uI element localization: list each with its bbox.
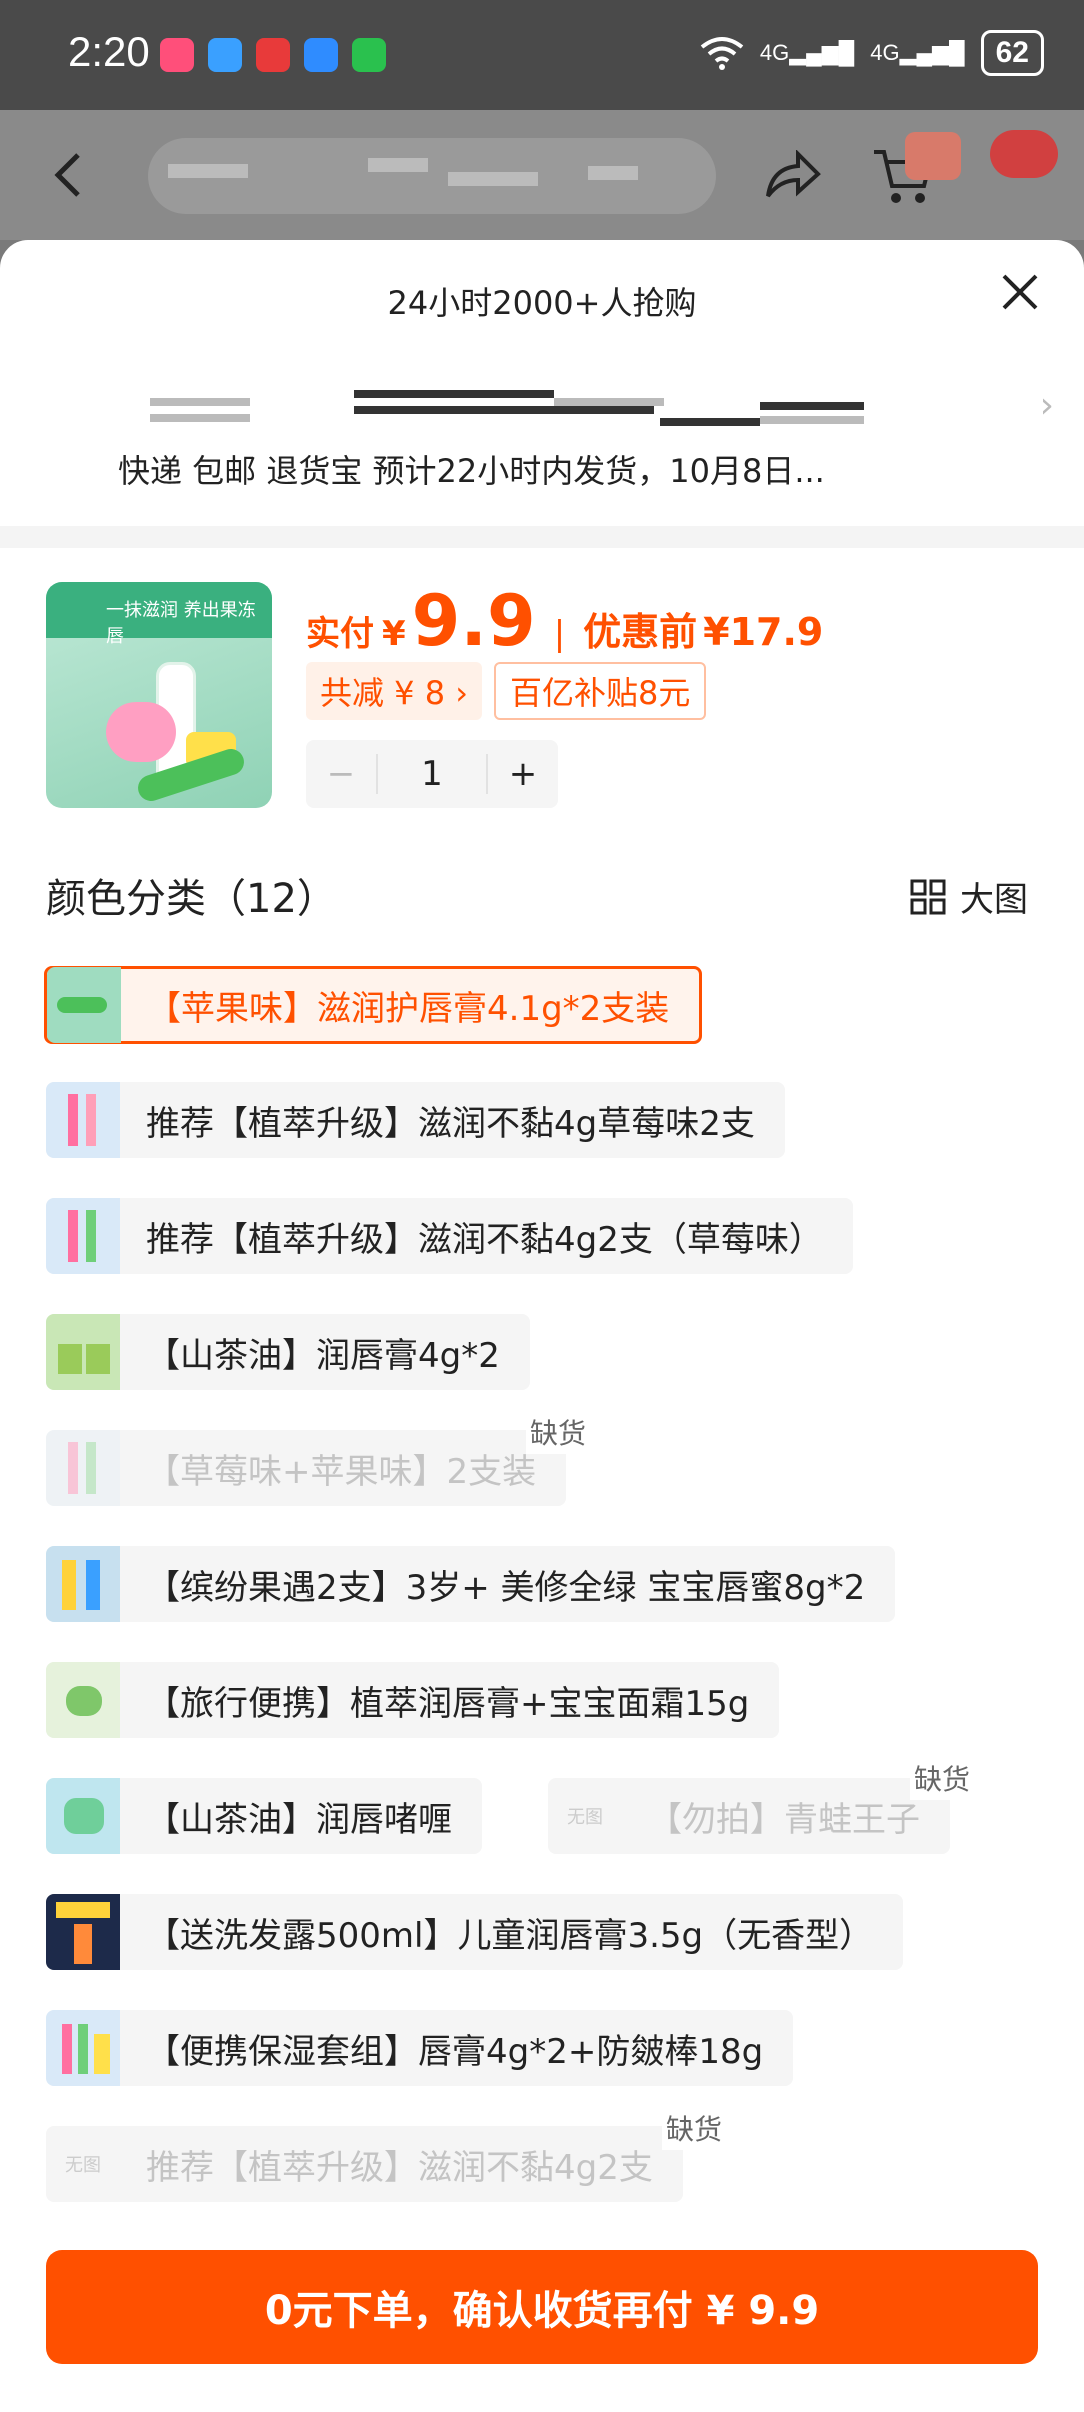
cart-badge [905,132,961,180]
option-thumbnail [46,1430,120,1506]
notification-icons [160,38,386,72]
option-item[interactable]: 【便携保湿套组】唇膏4g*2+防皴棒18g [46,2010,794,2086]
price-row: 实付 ¥ 9.9 | 优惠前 ¥17.9 [306,580,823,662]
option-item[interactable]: 推荐【植萃升级】滋润不黏4g2支（草莓味） [46,1198,853,1274]
option-thumbnail [46,1198,120,1274]
quantity-value[interactable]: 1 [376,754,488,794]
option-label: 推荐【植萃升级】滋润不黏4g2支（草莓味） [146,1219,823,1260]
grid-icon [910,879,946,914]
option-label: 【便携保湿套组】唇膏4g*2+防皴棒18g [146,2031,764,2072]
option-item[interactable]: 【苹果味】滋润护唇膏4.1g*2支装 [44,966,703,1044]
app-notification-icon [160,38,194,72]
signal-icon: 4G▂▄▆█ [759,40,855,65]
option-item: 【草莓味+苹果味】2支装 [46,1430,567,1506]
cloud-app-icon [304,38,338,72]
out-of-stock-badge: 缺货 [526,1410,591,1454]
option-item: 无图 推荐【植萃升级】滋润不黏4g2支 [46,2126,683,2202]
no-image-placeholder: 无图 [567,1807,603,1828]
option-label: 推荐【植萃升级】滋润不黏4g草莓味2支 [146,1103,755,1144]
option-item: 无图 【勿拍】青蛙王子 [548,1778,950,1854]
discount-tag[interactable]: 共减 ¥ 8 › [306,662,483,720]
options-title: 颜色分类（12） [46,876,337,922]
option-label: 【山茶油】润唇啫喱 [146,1799,452,1840]
increase-button[interactable]: + [488,754,558,794]
section-divider [0,526,1084,548]
address-redacted[interactable] [0,390,1084,426]
option-label: 【缤纷果遇2支】3岁+ 美修全绿 宝宝唇蜜8g*2 [146,1567,866,1608]
option-thumbnail [46,1662,120,1738]
share-icon[interactable] [762,150,822,202]
iqiyi-app-icon [352,38,386,72]
signal-icon: 4G▂▄▆█ [870,40,965,65]
option-thumbnail [46,1894,120,1970]
option-label: 【苹果味】滋润护唇膏4.1g*2支装 [147,988,670,1029]
price-label: 实付 [306,614,374,654]
original-price: ¥17.9 [703,610,824,654]
back-icon[interactable] [48,150,88,200]
final-price: 9.9 [411,580,536,662]
subsidy-tag: 百亿补贴8元 [494,662,707,720]
option-label: 【山茶油】润唇膏4g*2 [146,1335,500,1376]
sku-selector-sheet: 24小时2000+人抢购 › 快递 包邮 退货宝 预计22小时内发货，10月8日… [0,240,1084,2412]
status-bar: 2:20 4G▂▄▆█ 4G▂▄▆█ 62 [0,0,1084,110]
option-thumbnail [46,1082,120,1158]
quantity-stepper: − 1 + [306,740,558,808]
clock: 2:20 [68,28,150,75]
before-label: 优惠前 [583,610,698,654]
price-separator: | [553,614,566,654]
close-icon[interactable] [1000,272,1040,312]
option-item[interactable]: 推荐【植萃升级】滋润不黏4g草莓味2支 [46,1082,785,1158]
chevron-right-icon[interactable]: › [1040,385,1054,426]
top-navigation [0,110,1084,240]
decrease-button[interactable]: − [306,754,376,794]
app-notification-icon [208,38,242,72]
more-badge [990,130,1058,178]
option-thumbnail [47,967,121,1043]
currency-symbol: ¥ [382,614,406,654]
option-item[interactable]: 【送洗发露500ml】儿童润唇膏3.5g（无香型） [46,1894,904,1970]
big-view-toggle[interactable]: 大图 [910,872,1028,921]
option-thumbnail [46,2010,120,2086]
thumb-caption: 一抹滋润 养出果冻唇 [106,600,256,647]
no-image-placeholder: 无图 [65,2155,101,2176]
option-thumbnail [46,1778,120,1854]
search-bar[interactable] [148,138,716,214]
option-thumbnail [46,1546,120,1622]
app-notification-icon [256,38,290,72]
option-label: 推荐【植萃升级】滋润不黏4g2支 [146,2147,653,2188]
option-item[interactable]: 【旅行便携】植萃润唇膏+宝宝面霜15g [46,1662,780,1738]
battery-icon: 62 [980,30,1044,76]
big-view-label: 大图 [960,880,1028,920]
option-item[interactable]: 【山茶油】润唇啫喱 [46,1778,482,1854]
wifi-icon [700,37,744,70]
out-of-stock-badge: 缺货 [662,2106,727,2150]
option-thumbnail [46,1314,120,1390]
delivery-info: 快递 包邮 退货宝 预计22小时内发货，10月8日... [118,452,825,490]
sheet-title: 24小时2000+人抢购 [387,284,697,322]
option-label: 【勿拍】青蛙王子 [648,1799,920,1840]
option-label: 【旅行便携】植萃润唇膏+宝宝面霜15g [146,1683,750,1724]
option-label: 【草莓味+苹果味】2支装 [146,1451,537,1492]
option-item[interactable]: 【山茶油】润唇膏4g*2 [46,1314,530,1390]
product-thumbnail[interactable]: 一抹滋润 养出果冻唇 [46,582,272,808]
out-of-stock-badge: 缺货 [910,1756,975,1800]
option-label: 【送洗发露500ml】儿童润唇膏3.5g（无香型） [146,1915,874,1956]
option-item[interactable]: 【缤纷果遇2支】3岁+ 美修全绿 宝宝唇蜜8g*2 [46,1546,896,1622]
checkout-button[interactable]: 0元下单，确认收货再付 ¥ 9.9 [46,2250,1038,2364]
